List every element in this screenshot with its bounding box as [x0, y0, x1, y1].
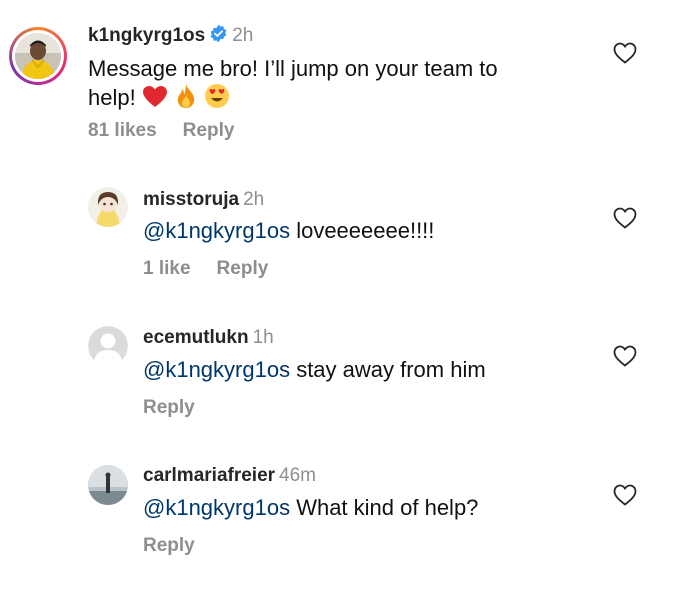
like-heart-icon[interactable] — [613, 42, 637, 64]
verified-badge-icon — [209, 24, 228, 49]
likes-count[interactable]: 81 likes — [88, 120, 157, 141]
reply-button[interactable]: Reply — [217, 258, 269, 279]
heart-eyes-emoji — [204, 83, 230, 116]
like-heart-icon[interactable] — [613, 345, 637, 367]
username[interactable]: carlmariafreier — [143, 465, 275, 486]
heart-emoji — [142, 85, 168, 116]
comment-text: Message me bro! I’ll jump on your team t… — [88, 54, 498, 116]
comment-body: loveeeeeee!!!! — [290, 218, 435, 243]
avatar[interactable] — [88, 465, 128, 505]
comment-text-line: help! — [88, 83, 498, 116]
avatar[interactable] — [88, 326, 128, 366]
likes-count[interactable]: 1 like — [143, 258, 191, 279]
comment-header: k1ngkyrg1os 2h — [88, 24, 253, 49]
comment-header: carlmariafreier 46m — [143, 465, 316, 487]
fire-emoji — [174, 83, 198, 116]
like-heart-icon[interactable] — [613, 207, 637, 229]
story-ring-avatar[interactable] — [9, 27, 67, 85]
comment-body: What kind of help? — [290, 495, 479, 520]
comment-time: 46m — [279, 465, 317, 486]
username[interactable]: misstoruja — [143, 189, 239, 210]
comment-header: misstoruja 2h — [143, 189, 264, 211]
like-heart-icon[interactable] — [613, 484, 637, 506]
comment-text-line: Message me bro! I’ll jump on your team t… — [88, 56, 498, 81]
comment-time: 1h — [252, 327, 274, 348]
avatar[interactable] — [88, 187, 128, 227]
comment-actions: Reply — [143, 397, 221, 419]
comment-text: @k1ngkyrg1os What kind of help? — [143, 493, 478, 522]
comment-actions: 81 likes Reply — [88, 120, 260, 142]
mention-link[interactable]: @k1ngkyrg1os — [143, 495, 290, 520]
comment-time: 2h — [243, 189, 265, 210]
comment-header: ecemutlukn 1h — [143, 327, 274, 349]
avatar — [15, 33, 61, 79]
reply-button[interactable]: Reply — [143, 535, 195, 556]
mention-link[interactable]: @k1ngkyrg1os — [143, 357, 290, 382]
mention-link[interactable]: @k1ngkyrg1os — [143, 218, 290, 243]
reply-button[interactable]: Reply — [143, 397, 195, 418]
comment-actions: 1 like Reply — [143, 258, 294, 280]
comment-text: @k1ngkyrg1os loveeeeeee!!!! — [143, 216, 434, 245]
username[interactable]: ecemutlukn — [143, 327, 249, 348]
username[interactable]: k1ngkyrg1os — [88, 25, 205, 46]
comment-time: 2h — [232, 25, 254, 46]
comment-actions: Reply — [143, 535, 221, 557]
reply-button[interactable]: Reply — [183, 120, 235, 141]
comment-text: @k1ngkyrg1os stay away from him — [143, 355, 486, 384]
comment-text-end: help! — [88, 85, 136, 110]
comment-body: stay away from him — [290, 357, 486, 382]
